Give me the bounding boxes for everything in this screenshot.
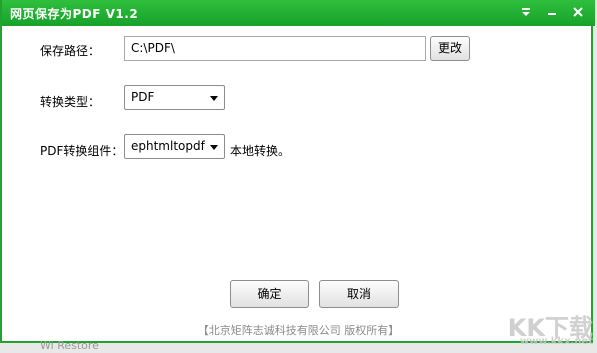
ok-button[interactable]: 确定 [230, 280, 309, 308]
close-icon[interactable] [568, 3, 588, 21]
background-peek-text: Wi Restore [40, 339, 99, 352]
watermark-sub: www.kkx.net [519, 336, 593, 347]
cancel-button[interactable]: 取消 [319, 280, 399, 308]
chevron-down-icon [210, 96, 218, 101]
change-path-button[interactable]: 更改 [430, 36, 470, 61]
chevron-down-icon [210, 145, 218, 150]
site-watermark: KK下载 www.kkx.net [508, 308, 593, 347]
save-path-label: 保存路径： [40, 44, 101, 58]
convert-type-label: 转换类型： [40, 95, 101, 109]
copyright-footer: 【北京矩阵志诚科技有限公司 版权所有】 [197, 324, 400, 337]
background-window-peek: Wi Restore [40, 339, 160, 353]
change-path-label: 更改 [437, 41, 462, 55]
component-label: PDF转换组件： [40, 144, 124, 158]
component-note: 本地转换。 [230, 144, 291, 158]
component-value: ephtmltopdf [131, 139, 205, 153]
dropdown-arrow-icon[interactable] [516, 3, 536, 21]
cancel-label: 取消 [346, 287, 371, 301]
convert-type-select[interactable]: PDF [124, 85, 225, 110]
title-bar: 网页保存为PDF V1.2 [2, 0, 595, 26]
component-select[interactable]: ephtmltopdf [124, 134, 225, 159]
save-path-input[interactable]: C:\PDF\ [124, 36, 426, 61]
save-path-value: C:\PDF\ [131, 41, 175, 55]
convert-type-value: PDF [131, 90, 155, 104]
ok-label: 确定 [257, 287, 282, 301]
main-window: 网页保存为PDF V1.2 保存路径： C:\PDF\ 更改 转换类型： PDF [0, 0, 595, 343]
minimize-icon[interactable] [542, 3, 562, 21]
window-title: 网页保存为PDF V1.2 [10, 7, 139, 21]
